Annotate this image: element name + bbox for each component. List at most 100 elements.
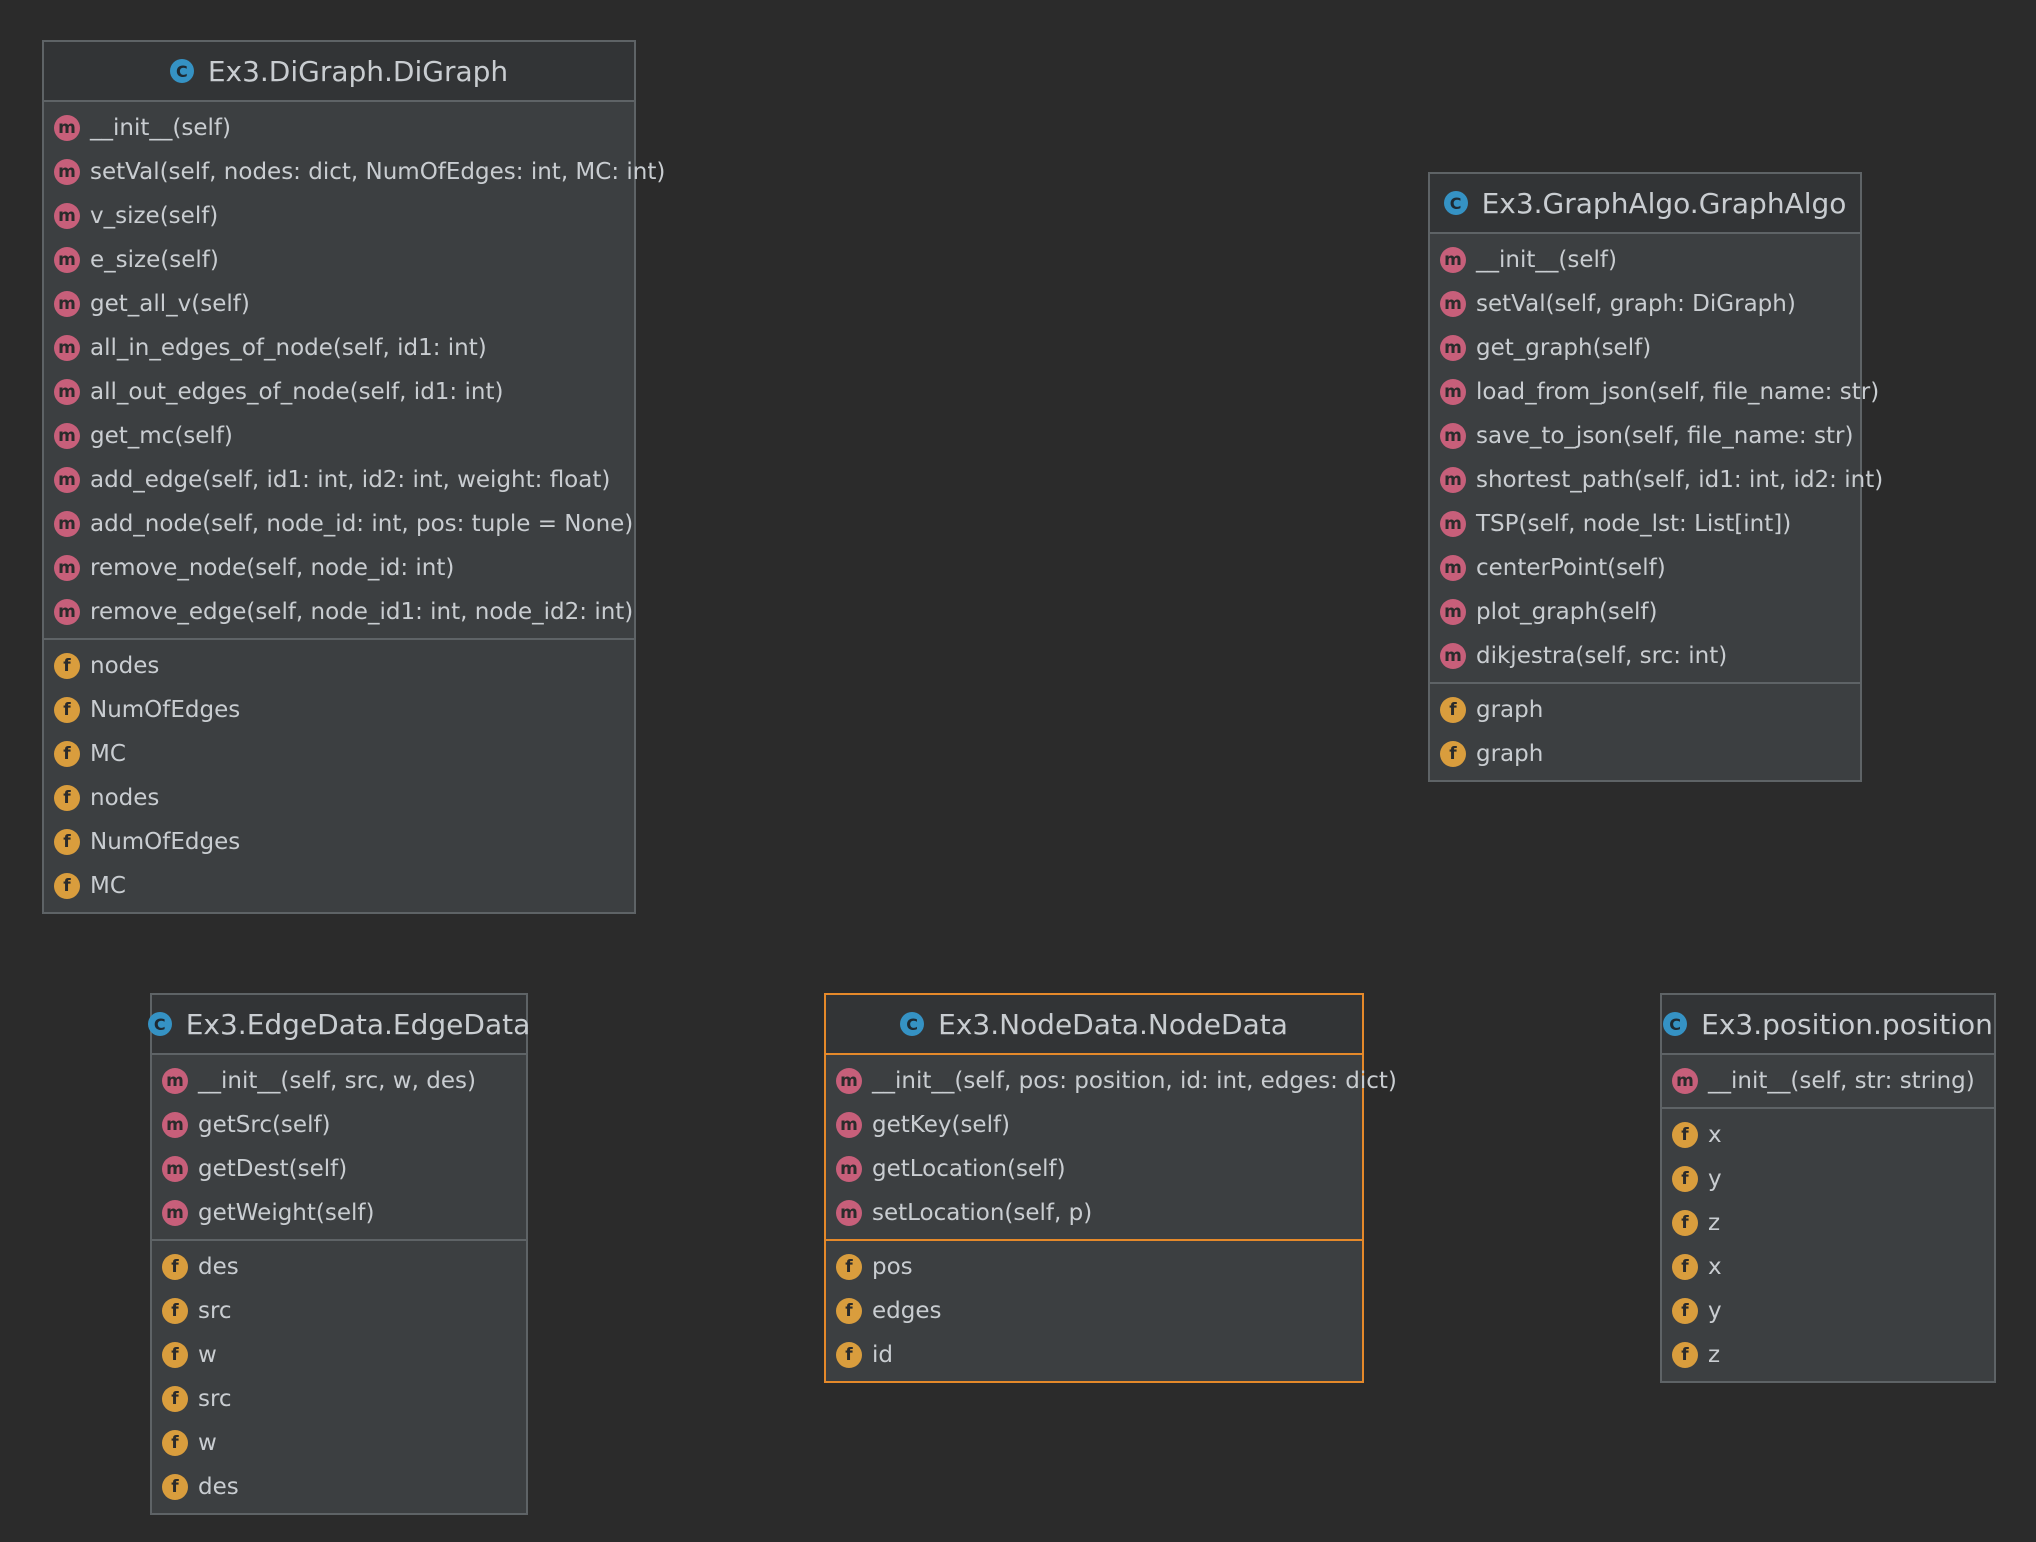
- method-row[interactable]: m setLocation(self, p): [826, 1191, 1362, 1235]
- field-name: x: [1708, 1254, 1722, 1280]
- field-icon: f: [836, 1254, 862, 1280]
- method-icon: m: [54, 115, 80, 141]
- method-row[interactable]: m getWeight(self): [152, 1191, 526, 1235]
- class-name: Ex3.GraphAlgo.GraphAlgo: [1481, 186, 1847, 220]
- field-row[interactable]: f NumOfEdges: [44, 688, 634, 732]
- field-row[interactable]: f nodes: [44, 644, 634, 688]
- method-signature: __init__(self, src, w, des): [198, 1068, 476, 1094]
- method-row[interactable]: m add_node(self, node_id: int, pos: tuple…: [44, 502, 634, 546]
- methods-section: m __init__(self, pos: position, id: int, …: [826, 1055, 1397, 1239]
- method-signature: getSrc(self): [198, 1112, 331, 1138]
- field-row[interactable]: fy: [1662, 1157, 1994, 1201]
- method-signature: add_node(self, node_id: int, pos: tuple …: [90, 511, 634, 537]
- method-row[interactable]: m __init__(self, str: string): [1662, 1059, 1994, 1103]
- method-row[interactable]: m setVal(self, nodes: dict, NumOfEdges: i…: [44, 150, 665, 194]
- method-row[interactable]: m plot_graph(self): [1430, 590, 1860, 634]
- method-row[interactable]: m __init__(self, pos: position, id: int, …: [826, 1059, 1397, 1103]
- field-name: NumOfEdges: [90, 829, 241, 855]
- method-row[interactable]: m getKey(self): [826, 1103, 1362, 1147]
- field-row[interactable]: f src: [152, 1377, 526, 1421]
- field-icon: f: [54, 785, 80, 811]
- field-name: z: [1708, 1342, 1721, 1368]
- method-row[interactable]: m TSP(self, node_lst: List[int]): [1430, 502, 1860, 546]
- field-row[interactable]: f src: [152, 1289, 526, 1333]
- class-header: C Ex3.DiGraph.DiGraph: [44, 42, 634, 102]
- method-signature: get_all_v(self): [90, 291, 250, 317]
- method-signature: save_to_json(self, file_name: str): [1476, 423, 1854, 449]
- method-signature: __init__(self): [90, 115, 231, 141]
- class-box-digraph[interactable]: C Ex3.DiGraph.DiGraph m __init__(self)m se…: [42, 40, 665, 914]
- class-icon: C: [900, 1012, 925, 1036]
- method-icon: m: [1440, 467, 1466, 493]
- method-icon: m: [54, 423, 80, 449]
- method-row[interactable]: m centerPoint(self): [1430, 546, 1860, 590]
- method-row[interactable]: m getDest(self): [152, 1147, 526, 1191]
- field-row[interactable]: f graph: [1430, 732, 1860, 776]
- method-signature: TSP(self, node_lst: List[int]): [1476, 511, 1792, 537]
- fields-section: f des f src f w f src f w f des: [152, 1239, 526, 1513]
- method-icon: m: [1440, 379, 1466, 405]
- method-signature: remove_node(self, node_id: int): [90, 555, 455, 581]
- method-icon: m: [1440, 599, 1466, 625]
- field-icon: f: [836, 1298, 862, 1324]
- class-box-position[interactable]: C Ex3.position.position m __init__(self, …: [1660, 993, 1996, 1383]
- field-row[interactable]: fy: [1662, 1289, 1994, 1333]
- field-row[interactable]: f graph: [1430, 688, 1860, 732]
- class-header: C Ex3.GraphAlgo.GraphAlgo: [1430, 174, 1860, 234]
- method-signature: plot_graph(self): [1476, 599, 1658, 625]
- field-row[interactable]: f nodes: [44, 776, 634, 820]
- field-name: z: [1708, 1210, 1721, 1236]
- method-row[interactable]: m v_size(self): [44, 194, 634, 238]
- methods-section: m __init__(self, src, w, des) m getSrc(self…: [152, 1055, 526, 1239]
- method-row[interactable]: m all_out_edges_of_node(self, id1: int): [44, 370, 634, 414]
- fields-section: fxfyfzfxfyfz: [1662, 1107, 1994, 1381]
- method-row[interactable]: m remove_node(self, node_id: int): [44, 546, 634, 590]
- field-row[interactable]: fx: [1662, 1113, 1994, 1157]
- field-name: x: [1708, 1122, 1722, 1148]
- method-row[interactable]: m __init__(self, src, w, des): [152, 1059, 526, 1103]
- method-row[interactable]: m get_all_v(self): [44, 282, 634, 326]
- field-row[interactable]: f des: [152, 1465, 526, 1509]
- field-row[interactable]: fw: [152, 1421, 526, 1465]
- method-row[interactable]: m load_from_json(self, file_name: str): [1430, 370, 1879, 414]
- field-row[interactable]: f NumOfEdges: [44, 820, 634, 864]
- field-name: edges: [872, 1298, 942, 1324]
- field-icon: f: [54, 741, 80, 767]
- class-box-graphalgo[interactable]: C Ex3.GraphAlgo.GraphAlgo m __init__(self…: [1428, 172, 1883, 782]
- method-row[interactable]: m getLocation(self): [826, 1147, 1362, 1191]
- method-icon: m: [1672, 1068, 1698, 1094]
- field-row[interactable]: f MC: [44, 732, 634, 776]
- method-row[interactable]: m save_to_json(self, file_name: str): [1430, 414, 1860, 458]
- method-row[interactable]: m setVal(self, graph: DiGraph): [1430, 282, 1860, 326]
- field-icon: f: [54, 829, 80, 855]
- method-row[interactable]: m e_size(self): [44, 238, 634, 282]
- method-row[interactable]: m get_mc(self): [44, 414, 634, 458]
- field-row[interactable]: f MC: [44, 864, 634, 908]
- method-icon: m: [1440, 335, 1466, 361]
- field-row[interactable]: fx: [1662, 1245, 1994, 1289]
- field-row[interactable]: fw: [152, 1333, 526, 1377]
- field-row[interactable]: f pos: [826, 1245, 1362, 1289]
- field-icon: f: [1672, 1166, 1698, 1192]
- method-row[interactable]: m shortest_path(self, id1: int, id2: int): [1430, 458, 1883, 502]
- field-icon: f: [1672, 1210, 1698, 1236]
- method-row[interactable]: m all_in_edges_of_node(self, id1: int): [44, 326, 634, 370]
- method-row[interactable]: m add_edge(self, id1: int, id2: int, weig…: [44, 458, 634, 502]
- method-row[interactable]: m remove_edge(self, node_id1: int, node_i…: [44, 590, 634, 634]
- field-row[interactable]: f des: [152, 1245, 526, 1289]
- method-row[interactable]: m getSrc(self): [152, 1103, 526, 1147]
- field-icon: f: [162, 1298, 188, 1324]
- field-row[interactable]: f edges: [826, 1289, 1362, 1333]
- method-row[interactable]: m __init__(self): [1430, 238, 1860, 282]
- method-signature: load_from_json(self, file_name: str): [1476, 379, 1880, 405]
- field-row[interactable]: f id: [826, 1333, 1362, 1377]
- method-row[interactable]: m __init__(self): [44, 106, 634, 150]
- class-box-edgedata[interactable]: C Ex3.EdgeData.EdgeData m __init__(self, …: [147, 993, 530, 1515]
- field-icon: f: [836, 1342, 862, 1368]
- field-row[interactable]: fz: [1662, 1333, 1994, 1377]
- field-icon: f: [1440, 741, 1466, 767]
- method-row[interactable]: m get_graph(self): [1430, 326, 1860, 370]
- field-row[interactable]: fz: [1662, 1201, 1994, 1245]
- method-row[interactable]: m dikjestra(self, src: int): [1430, 634, 1860, 678]
- class-box-nodedata[interactable]: C Ex3.NodeData.NodeData m __init__(self, …: [824, 993, 1397, 1383]
